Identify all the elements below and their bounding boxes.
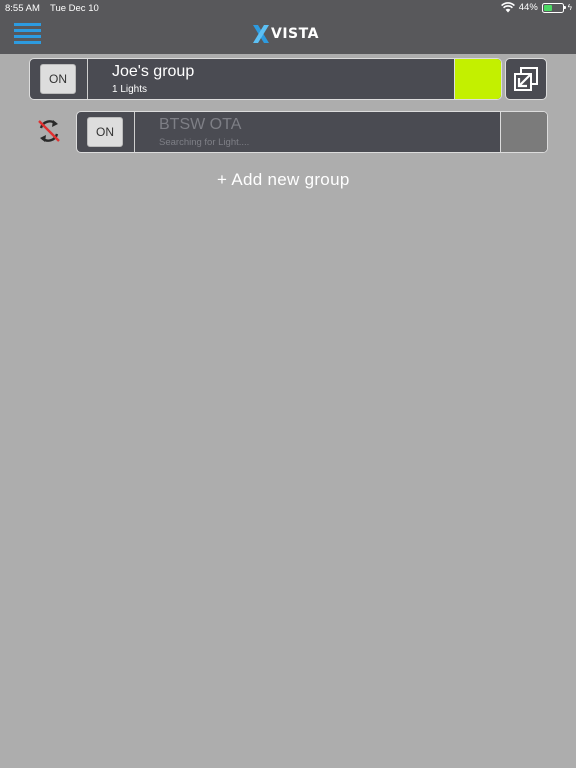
wifi-icon — [500, 2, 515, 13]
vista-logo: VISTA — [252, 24, 319, 44]
status-date: Tue Dec 10 — [50, 3, 99, 14]
collapse-arrow-icon — [514, 67, 538, 91]
charging-bolt-icon: ϟ — [567, 3, 572, 12]
hamburger-menu-icon[interactable] — [14, 23, 41, 45]
status-time: 8:55 AM — [5, 3, 40, 14]
group-color-swatch[interactable] — [500, 112, 547, 152]
row-divider — [134, 112, 135, 152]
status-right: 44% ϟ — [500, 2, 572, 13]
group-on-button[interactable]: ON — [87, 117, 123, 147]
group-name: Joe's group — [112, 63, 195, 80]
battery-percent: 44% — [518, 2, 538, 13]
sync-disabled-icon[interactable] — [35, 117, 63, 145]
group-name: BTSW OTA — [159, 116, 242, 133]
group-expand-button[interactable] — [505, 58, 547, 100]
status-bar: 8:55 AM Tue Dec 10 44% ϟ — [0, 0, 576, 16]
group-light-count: 1 Lights — [112, 84, 148, 95]
battery-icon — [541, 2, 566, 13]
group-status: Searching for Light.... — [159, 137, 250, 148]
nav-bar: VISTA — [0, 16, 576, 54]
group-row-joes-group[interactable]: ON Joe's group 1 Lights — [29, 58, 502, 100]
group-row-btsw-ota[interactable]: ON BTSW OTA Searching for Light.... — [76, 111, 548, 153]
row-divider — [87, 59, 88, 99]
battery-fill — [543, 4, 552, 11]
group-color-swatch[interactable] — [454, 59, 501, 99]
add-new-group-button[interactable]: + Add new group — [217, 170, 350, 190]
vista-x-logo-icon — [253, 25, 269, 43]
logo-text: VISTA — [271, 26, 319, 42]
group-on-button[interactable]: ON — [40, 64, 76, 94]
